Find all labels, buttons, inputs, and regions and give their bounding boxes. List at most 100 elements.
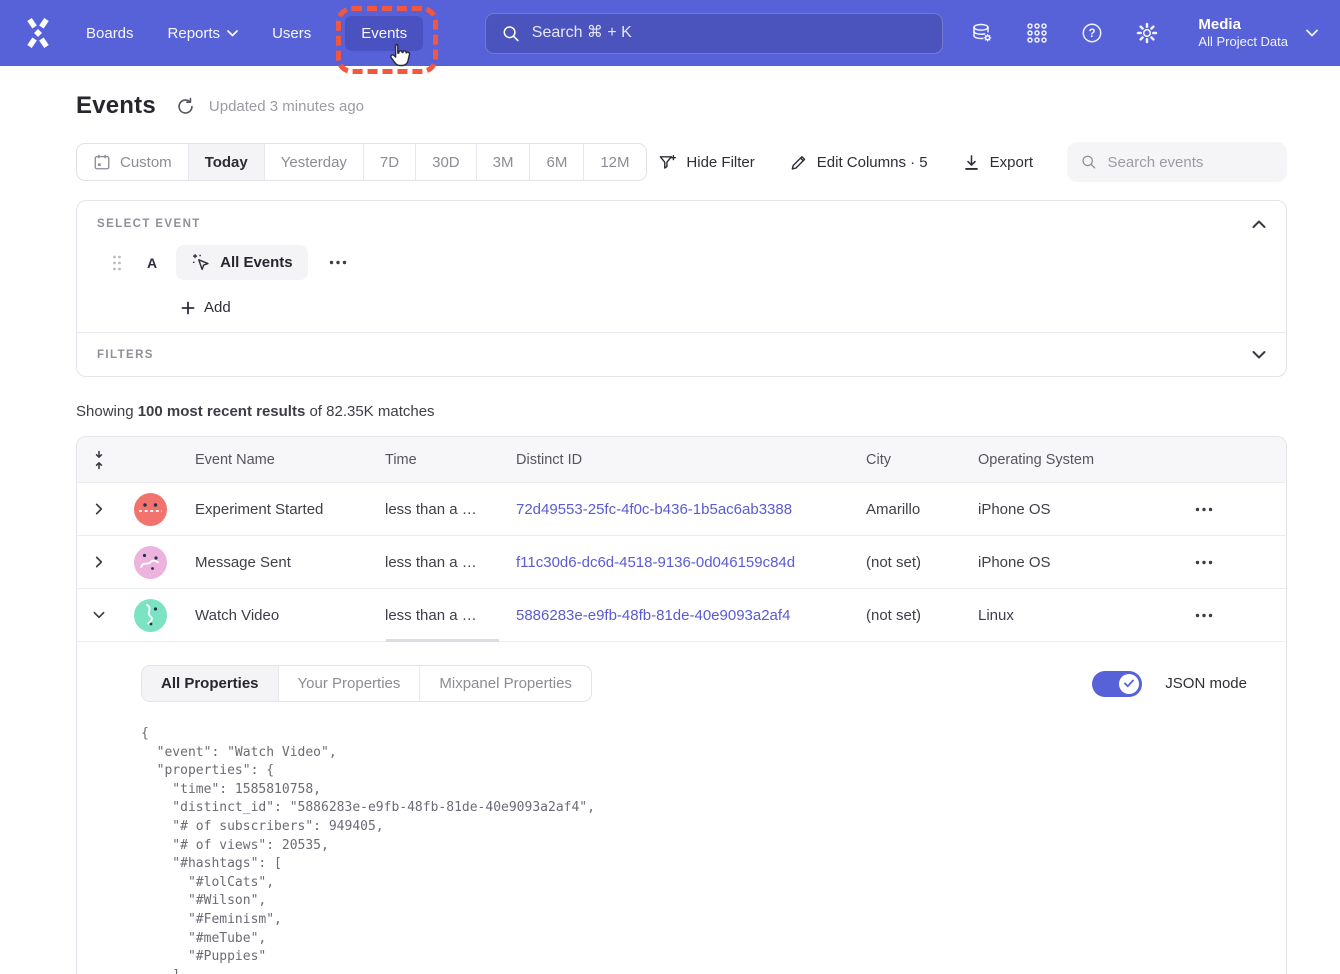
- cell-time: less than a min...: [369, 607, 500, 624]
- cell-distinct-id-link[interactable]: f11c30d6-dc6d-4518-9136-0d046159c84d: [500, 554, 850, 571]
- cell-city: (not set): [850, 607, 962, 624]
- cell-city: (not set): [850, 554, 962, 571]
- cell-os: Linux: [962, 607, 1122, 624]
- collapse-all-icon[interactable]: [77, 450, 121, 470]
- search-icon: [1081, 153, 1097, 171]
- event-avatar: [134, 546, 167, 579]
- expand-row-icon[interactable]: [77, 556, 121, 568]
- search-events-box[interactable]: [1067, 142, 1287, 182]
- nav-item-reports[interactable]: Reports: [168, 25, 239, 42]
- check-icon: [1124, 679, 1134, 688]
- cell-city: Amarillo: [850, 501, 962, 518]
- collapse-row-icon[interactable]: [77, 609, 121, 621]
- cell-time: less than a min...: [369, 501, 500, 518]
- query-builder-card: SELECT EVENT A All Events: [76, 200, 1287, 377]
- magic-pointer-icon: [191, 253, 210, 272]
- add-event-button[interactable]: Add: [181, 299, 231, 316]
- search-events-input[interactable]: [1108, 154, 1273, 171]
- top-navbar: Boards Reports Users Events ?: [0, 0, 1340, 66]
- cell-event-name: Watch Video: [179, 607, 369, 624]
- scroll-indicator: [386, 639, 499, 642]
- date-segment-7d[interactable]: 7D: [364, 144, 416, 180]
- date-segment-30d[interactable]: 30D: [416, 144, 477, 180]
- tab-all-properties[interactable]: All Properties: [142, 666, 279, 701]
- step-letter: A: [147, 255, 157, 271]
- date-segment-12m[interactable]: 12M: [584, 144, 645, 180]
- toggle-knob: [1119, 674, 1139, 694]
- page-title: Events: [76, 92, 156, 120]
- global-search[interactable]: [485, 13, 943, 54]
- column-event-name: Event Name: [179, 452, 369, 468]
- refresh-icon[interactable]: [176, 97, 195, 116]
- cell-distinct-id-link[interactable]: 5886283e-e9fb-48fb-81de-40e9093a2af4: [500, 607, 850, 624]
- date-segment-yesterday[interactable]: Yesterday: [265, 144, 364, 180]
- cell-event-name: Message Sent: [179, 554, 369, 571]
- tab-your-properties[interactable]: Your Properties: [279, 666, 421, 701]
- event-selector-button[interactable]: All Events: [176, 245, 308, 280]
- date-segment-today[interactable]: Today: [189, 144, 265, 180]
- cell-event-name: Experiment Started: [179, 501, 369, 518]
- cell-os: iPhone OS: [962, 501, 1122, 518]
- svg-text:?: ?: [1089, 28, 1096, 40]
- search-icon: [502, 24, 520, 43]
- project-name: Media: [1198, 15, 1288, 35]
- table-row-expanded[interactable]: Watch Video less than a min... 5886283e-…: [77, 588, 1286, 641]
- date-segment-3m[interactable]: 3M: [477, 144, 531, 180]
- date-range-control: Custom Today Yesterday 7D 30D 3M 6M 12M: [76, 143, 647, 181]
- column-time: Time: [369, 452, 500, 468]
- export-button[interactable]: Export: [962, 153, 1033, 172]
- table-row[interactable]: Experiment Started less than a min... 72…: [77, 482, 1286, 535]
- column-os: Operating System: [962, 452, 1122, 468]
- edit-columns-button[interactable]: Edit Columns · 5: [789, 153, 928, 172]
- nav-item-boards[interactable]: Boards: [86, 25, 134, 42]
- apps-grid-icon[interactable]: [1025, 21, 1049, 45]
- json-mode-label: JSON mode: [1165, 675, 1247, 692]
- filter-funnel-icon: [658, 153, 677, 172]
- cell-os: iPhone OS: [962, 554, 1122, 571]
- updated-timestamp: Updated 3 minutes ago: [209, 98, 364, 115]
- event-detail-panel: All Properties Your Properties Mixpanel …: [77, 641, 1286, 974]
- global-search-input[interactable]: [532, 24, 926, 42]
- drag-handle-icon[interactable]: [112, 255, 122, 271]
- json-mode-toggle[interactable]: [1092, 671, 1142, 697]
- row-menu-icon[interactable]: [1122, 507, 1286, 512]
- expand-row-icon[interactable]: [77, 503, 121, 515]
- column-city: City: [850, 452, 962, 468]
- pencil-icon: [789, 153, 808, 172]
- events-table: Event Name Time Distinct ID City Operati…: [76, 436, 1287, 974]
- help-icon[interactable]: ?: [1080, 21, 1104, 45]
- hide-filter-button[interactable]: Hide Filter: [658, 153, 754, 172]
- event-avatar: [134, 493, 167, 526]
- event-json-view: { "event": "Watch Video", "properties": …: [141, 725, 1266, 974]
- main-content: Events Updated 3 minutes ago Custom Toda…: [0, 66, 1340, 974]
- chevron-up-icon[interactable]: [1252, 220, 1266, 229]
- select-event-label: SELECT EVENT: [97, 218, 201, 230]
- filters-section-toggle[interactable]: FILTERS: [77, 332, 1286, 376]
- cell-time: less than a min...: [369, 554, 500, 571]
- row-menu-icon[interactable]: [1122, 560, 1286, 565]
- data-management-icon[interactable]: [970, 21, 994, 45]
- date-segment-6m[interactable]: 6M: [530, 144, 584, 180]
- settings-gear-icon[interactable]: [1135, 21, 1159, 45]
- nav-item-events[interactable]: Events: [345, 16, 423, 51]
- event-row-menu-icon[interactable]: [329, 260, 347, 265]
- properties-tabs: All Properties Your Properties Mixpanel …: [141, 665, 592, 702]
- mixpanel-logo-icon[interactable]: [20, 15, 56, 51]
- project-scope: All Project Data: [1198, 34, 1288, 51]
- table-row[interactable]: Message Sent less than a min... f11c30d6…: [77, 535, 1286, 588]
- event-avatar: [134, 599, 167, 632]
- row-menu-icon[interactable]: [1122, 613, 1286, 618]
- table-header-row: Event Name Time Distinct ID City Operati…: [77, 437, 1286, 482]
- download-icon: [962, 153, 981, 172]
- chevron-down-icon: [227, 30, 238, 37]
- chevron-down-icon: [1252, 350, 1266, 359]
- plus-icon: [181, 301, 195, 315]
- tab-mixpanel-properties[interactable]: Mixpanel Properties: [420, 666, 591, 701]
- nav-item-users[interactable]: Users: [272, 25, 311, 42]
- column-distinct-id: Distinct ID: [500, 452, 850, 468]
- cell-distinct-id-link[interactable]: 72d49553-25fc-4f0c-b436-1b5ac6ab3388: [500, 501, 850, 518]
- project-switcher[interactable]: Media All Project Data: [1198, 15, 1318, 51]
- date-segment-custom[interactable]: Custom: [77, 144, 189, 180]
- calendar-icon: [93, 153, 111, 171]
- chevron-down-icon: [1306, 29, 1318, 37]
